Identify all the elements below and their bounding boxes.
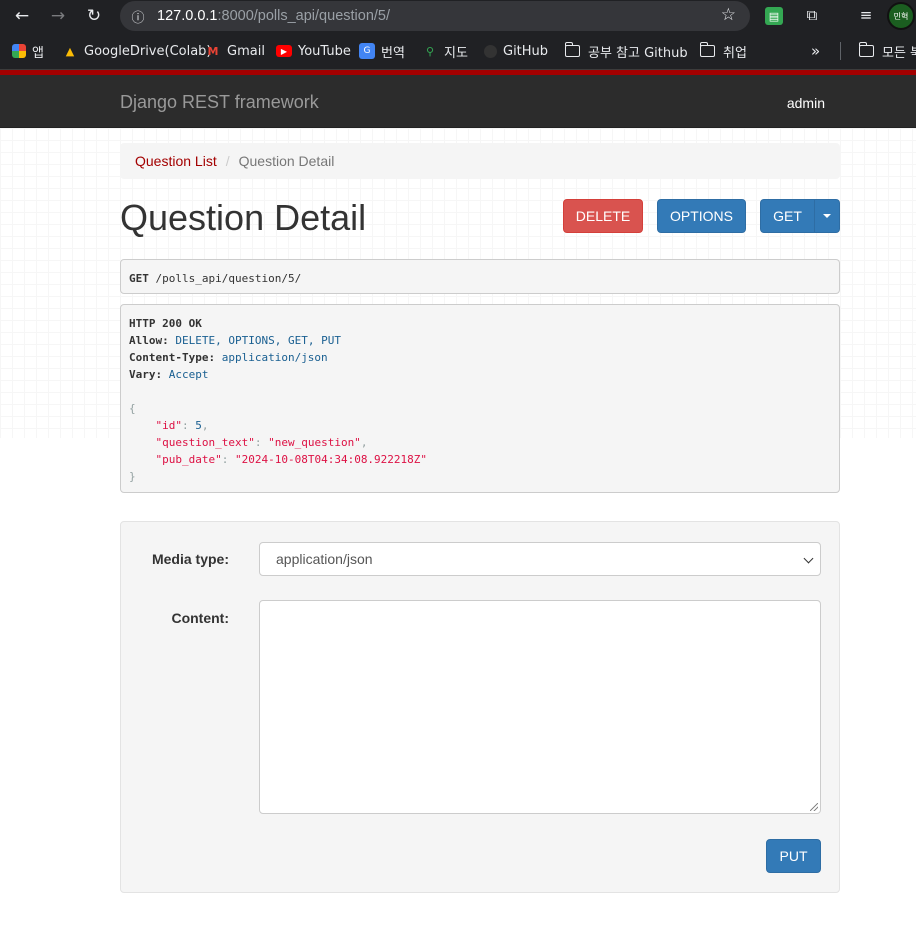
json-value: 5 — [195, 419, 202, 432]
put-button[interactable]: PUT — [766, 839, 821, 873]
header-key-vary: Vary: — [129, 368, 163, 381]
bookmark-gmail[interactable]: M Gmail — [205, 42, 265, 60]
youtube-icon: ▶ — [276, 45, 292, 57]
json-key: "pub_date" — [155, 453, 222, 466]
content-label: Content: — [171, 610, 229, 626]
folder-icon — [564, 42, 580, 57]
page-title: Question Detail — [120, 197, 367, 238]
json-key: "question_text" — [155, 436, 255, 449]
header-value-allow: DELETE, OPTIONS, GET, PUT — [175, 334, 341, 347]
header-key-allow: Allow: — [129, 334, 169, 347]
response-status: HTTP 200 OK — [129, 317, 202, 330]
reload-icon[interactable]: ↻ — [81, 3, 107, 29]
content-textarea[interactable] — [259, 600, 821, 814]
media-type-selected-value: application/json — [276, 551, 373, 567]
navbar-brand[interactable]: Django REST framework — [120, 92, 319, 113]
media-type-label: Media type: — [151, 551, 229, 567]
folder-icon — [858, 42, 874, 57]
breadcrumb-active: Question Detail — [238, 153, 335, 169]
url-text: 127.0.0.1:8000/polls_api/question/5/ — [157, 8, 391, 24]
get-button[interactable]: GET — [760, 199, 815, 233]
json-value: "2024-10-08T04:34:08.922218Z" — [234, 453, 428, 466]
profile-avatar[interactable]: 민혁 — [887, 2, 915, 30]
breadcrumb: Question List / Question Detail — [120, 143, 840, 179]
request-method: GET — [129, 272, 149, 285]
bookmark-all-bookmarks[interactable]: 모든 북 — [858, 42, 916, 61]
bookmark-star-icon[interactable]: ☆ — [721, 5, 736, 25]
json-key: "id" — [155, 419, 183, 432]
header-value-vary: Accept — [168, 368, 209, 381]
bookmark-folder-study[interactable]: 공부 참고 Github — [564, 42, 688, 61]
google-drive-icon: ▲ — [65, 44, 75, 58]
breadcrumb-separator: / — [225, 153, 230, 169]
maps-icon: ⚲ — [425, 44, 435, 58]
navbar-user-menu[interactable]: admin — [787, 95, 825, 111]
header-value-content-type: application/json — [221, 351, 328, 364]
bookmarks-divider — [840, 42, 841, 60]
navbar: Django REST framework admin — [0, 75, 916, 128]
address-bar[interactable]: ⓘ 127.0.0.1:8000/polls_api/question/5/ ☆ — [120, 1, 750, 31]
request-path: /polls_api/question/5/ — [148, 272, 302, 285]
json-open-brace: { — [129, 402, 136, 415]
breadcrumb-link-question-list[interactable]: Question List — [135, 153, 217, 169]
request-info: GET /polls_api/question/5/ — [120, 259, 840, 294]
caret-down-icon — [823, 214, 831, 218]
raw-data-form: Media type: application/json Content: PU… — [120, 521, 840, 893]
get-format-dropdown-button[interactable] — [814, 199, 840, 233]
response-info: HTTP 200 OK Allow: DELETE, OPTIONS, GET,… — [120, 304, 840, 493]
media-queue-icon[interactable]: ≡ — [855, 4, 877, 26]
back-arrow-icon[interactable]: ← — [9, 3, 35, 29]
bookmarks-bar: 앱 ▲ GoogleDrive(Colab) M Gmail ▶ YouTube… — [0, 32, 916, 70]
bookmark-translate[interactable]: G 번역 — [359, 42, 405, 61]
bookmark-folder-jobs[interactable]: 취업 — [699, 42, 747, 61]
chevron-down-icon — [803, 553, 814, 564]
json-value: "new_question" — [268, 436, 361, 449]
media-type-select[interactable]: application/json — [259, 542, 821, 576]
forward-arrow-icon[interactable]: → — [45, 3, 71, 29]
bookmark-google-drive[interactable]: ▲ GoogleDrive(Colab) — [62, 42, 212, 60]
folder-icon — [699, 42, 715, 57]
bookmark-maps[interactable]: ⚲ 지도 — [422, 42, 468, 61]
extensions-puzzle-icon[interactable]: ⧉ — [801, 4, 823, 26]
options-button[interactable]: OPTIONS — [657, 199, 746, 233]
gmail-icon: M — [207, 44, 219, 58]
bookmarks-overflow-icon[interactable]: » — [811, 42, 820, 60]
page: Django REST framework admin Question Lis… — [0, 70, 916, 927]
header-key-content-type: Content-Type: — [129, 351, 216, 364]
resize-handle-icon[interactable] — [810, 803, 818, 811]
bookmark-apps[interactable]: 앱 — [12, 42, 44, 61]
delete-button[interactable]: DELETE — [563, 199, 643, 233]
bookmark-github[interactable]: GitHub — [484, 42, 548, 60]
site-info-icon[interactable]: ⓘ — [127, 5, 149, 27]
bookmark-youtube[interactable]: ▶ YouTube — [276, 42, 351, 60]
extension-printer-icon[interactable]: ▤ — [765, 7, 783, 25]
browser-toolbar: ← → ↻ ⓘ 127.0.0.1:8000/polls_api/questio… — [0, 0, 916, 32]
github-icon — [484, 44, 497, 58]
translate-icon: G — [359, 43, 375, 59]
json-close-brace: } — [129, 470, 136, 483]
apps-grid-icon — [12, 44, 26, 58]
